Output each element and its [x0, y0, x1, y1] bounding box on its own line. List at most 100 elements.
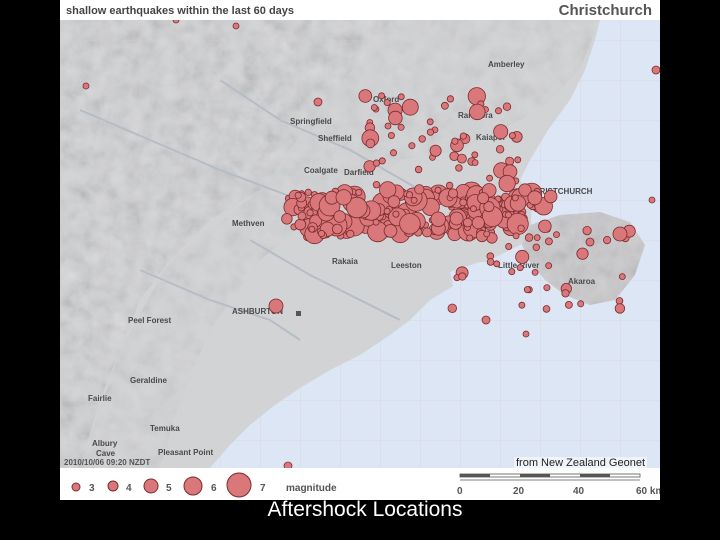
scale-tick-40: 40: [573, 486, 585, 497]
legend-label-4: 4: [126, 483, 132, 494]
earthquake-marker: [544, 237, 553, 246]
earthquake-marker: [585, 237, 595, 247]
map-frame: Amberley Oxford Rangiora Springfield Kai…: [60, 0, 660, 500]
town-marker-ashburton: [296, 311, 301, 316]
earthquake-marker: [517, 224, 525, 232]
earthquake-marker: [471, 151, 479, 159]
earthquake-marker: [429, 144, 442, 157]
grid-lines: [60, 20, 660, 468]
earthquake-marker: [365, 138, 376, 149]
earthquake-marker: [449, 211, 464, 226]
earthquake-marker: [538, 219, 552, 234]
place-peel-forest: Peel Forest: [128, 316, 171, 325]
earthquake-marker: [532, 243, 540, 251]
earthquake-marker: [577, 300, 585, 308]
earthquake-marker: [512, 232, 520, 240]
place-temuka: Temuka: [150, 424, 180, 433]
earthquake-marker: [516, 264, 524, 272]
earthquake-marker: [612, 226, 628, 242]
earthquake-marker: [515, 249, 530, 264]
earthquake-marker: [232, 22, 240, 30]
earthquake-marker: [346, 229, 355, 238]
earthquake-marker: [545, 262, 553, 270]
earthquake-marker: [387, 131, 395, 139]
earthquake-marker: [523, 286, 531, 294]
earthquake-marker: [383, 207, 391, 215]
earthquake-marker: [495, 145, 505, 154]
earthquake-marker: [493, 260, 501, 268]
legend-label-7: 7: [260, 483, 266, 494]
earthquake-marker: [281, 213, 293, 225]
earthquake-marker: [471, 216, 485, 230]
earthquake-marker: [459, 132, 467, 140]
earthquake-marker: [383, 224, 398, 238]
earthquake-marker: [392, 210, 400, 218]
earthquake-marker: [399, 213, 421, 235]
earthquake-marker: [82, 82, 90, 90]
earthquake-marker: [372, 218, 380, 226]
earthquake-marker: [410, 196, 418, 204]
earthquake-marker: [313, 97, 323, 107]
earthquake-marker: [543, 284, 551, 292]
scale-tick-0: 0: [457, 486, 463, 497]
earthquake-marker: [498, 174, 516, 193]
place-akaroa: Akaroa: [568, 277, 596, 286]
earthquake-marker: [358, 89, 373, 103]
earthquake-marker: [297, 211, 307, 221]
earthquake-marker: [308, 225, 316, 233]
legend-circle-4: [107, 480, 119, 492]
earthquake-marker: [486, 174, 494, 182]
earthquake-marker: [397, 123, 405, 131]
earthquake-marker: [533, 234, 541, 242]
map-title: shallow earthquakes within the last 60 d…: [66, 5, 295, 17]
earthquake-marker: [451, 137, 459, 145]
earthquake-marker: [618, 273, 626, 281]
earthquake-marker: [440, 101, 449, 110]
earthquake-marker: [504, 211, 512, 219]
earthquake-marker: [531, 268, 539, 276]
earthquake-marker: [426, 128, 435, 136]
earthquake-marker: [335, 189, 352, 206]
earthquake-marker: [304, 188, 312, 196]
earthquake-marker: [505, 242, 513, 250]
legend-circle-7: [226, 472, 252, 498]
earthquake-marker: [544, 189, 558, 204]
earthquake-marker: [414, 165, 423, 174]
legend-circle-3: [71, 482, 81, 492]
earthquake-marker: [333, 210, 346, 223]
earthquake-marker: [388, 110, 403, 126]
earthquake-marker: [514, 156, 522, 164]
earthquake-marker: [455, 164, 463, 172]
earthquake-marker: [561, 289, 570, 298]
earthquake-marker: [648, 196, 656, 204]
earthquake-marker: [456, 153, 467, 164]
place-methven: Methven: [232, 219, 265, 228]
earthquake-marker: [469, 103, 486, 121]
place-geraldine: Geraldine: [130, 376, 167, 385]
scale-tick-20: 20: [513, 486, 525, 497]
earthquake-marker: [508, 268, 516, 276]
source-credit: from New Zealand Geonet: [514, 457, 648, 469]
earthquake-marker: [387, 195, 401, 208]
legend-labels: 3 4 5 6 7 magnitude: [89, 483, 337, 494]
earthquake-marker: [397, 93, 405, 101]
place-pleasant-point: Pleasant Point: [158, 448, 213, 457]
place-coalgate: Coalgate: [304, 166, 338, 175]
place-cave: Cave: [96, 449, 116, 458]
earthquake-marker: [294, 191, 302, 199]
earthquake-marker: [383, 99, 391, 107]
earthquake-marker: [378, 157, 386, 165]
earthquake-marker: [511, 194, 519, 202]
earthquake-marker: [582, 226, 592, 236]
map-timestamp: 2010/10/06 09:20 NZDT: [64, 458, 151, 467]
earthquake-marker: [294, 218, 307, 231]
earthquake-marker: [384, 122, 392, 130]
slide-caption: Aftershock Locations: [267, 498, 463, 521]
earthquake-marker: [553, 231, 560, 239]
earthquake-marker: [389, 149, 397, 157]
earthquake-marker: [430, 211, 446, 228]
earthquake-marker: [317, 229, 326, 238]
earthquake-marker: [446, 95, 454, 103]
earthquake-marker: [477, 192, 490, 205]
legend-title: magnitude: [286, 483, 337, 494]
